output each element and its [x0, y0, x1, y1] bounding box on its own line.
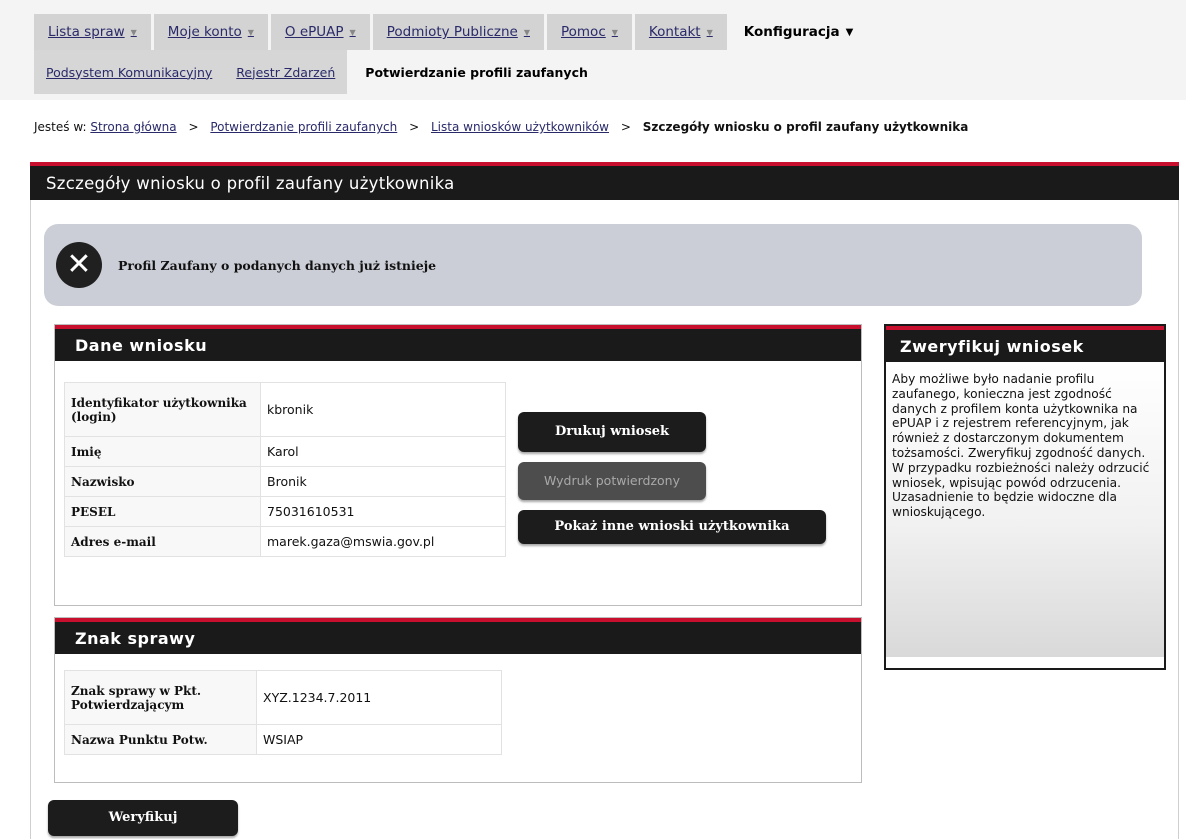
error-message: Profil Zaufany o podanych danych już ist… [118, 257, 437, 273]
caret-down-icon: ▼ [349, 27, 356, 37]
breadcrumb-current: Szczegóły wniosku o profil zaufany użytk… [642, 120, 969, 134]
field-label: Nazwa Punktu Potw. [64, 724, 257, 755]
table-row: PESEL 75031610531 [64, 496, 506, 527]
caret-down-icon: ▼ [247, 27, 254, 37]
tab-label: O ePUAP [284, 24, 344, 40]
verify-title: Zweryfikuj wniosek [886, 326, 1164, 362]
tab-podmioty-publiczne[interactable]: Podmioty Publiczne ▼ [372, 14, 544, 50]
tab-label: Konfiguracja [743, 24, 840, 40]
subtab-rejestr-zdarzen[interactable]: Rejestr Zdarzeń [224, 50, 348, 94]
tab-lista-spraw[interactable]: Lista spraw ▼ [34, 14, 151, 50]
tab-konfiguracja[interactable]: Konfiguracja ▼ [730, 14, 868, 50]
page-title: Szczegóły wniosku o profil zaufany użytk… [30, 162, 1179, 200]
confirmation-point-value: WSIAP [256, 724, 502, 755]
print-application-button[interactable]: Drukuj wniosek [518, 412, 706, 452]
tab-pomoc[interactable]: Pomoc ▼ [546, 14, 632, 50]
breadcrumb-prefix: Jesteś w: [34, 120, 87, 134]
field-label: Identyfikator użytkownika (login) [64, 382, 261, 437]
page: Lista spraw ▼ Moje konto ▼ O ePUAP ▼ Pod… [0, 0, 1186, 839]
email-value: marek.gaza@mswia.gov.pl [260, 526, 506, 557]
breadcrumb-link-home[interactable]: Strona główna [90, 120, 176, 134]
application-data-title: Dane wniosku [55, 325, 861, 361]
print-confirmed-button[interactable]: Wydruk potwierdzony [518, 462, 706, 500]
case-number-value: XYZ.1234.7.2011 [256, 670, 502, 725]
table-row: Adres e-mail marek.gaza@mswia.gov.pl [64, 526, 506, 557]
verify-instructions: Aby możliwe było nadanie profilu zaufane… [886, 362, 1164, 657]
verify-button[interactable]: Weryfikuj [48, 800, 238, 836]
tab-label: Lista spraw [48, 24, 125, 40]
tab-kontakt[interactable]: Kontakt ▼ [634, 14, 727, 50]
field-label: Znak sprawy w Pkt. Potwierdzającym [64, 670, 257, 725]
case-number-title: Znak sprawy [55, 618, 861, 654]
tab-o-epuap[interactable]: O ePUAP ▼ [270, 14, 370, 50]
field-label: PESEL [64, 496, 261, 527]
subtab-potwierdzanie-profili[interactable]: Potwierdzanie profili zaufanych [347, 50, 606, 94]
top-navigation: Lista spraw ▼ Moje konto ▼ O ePUAP ▼ Pod… [0, 0, 1186, 100]
pesel-value: 75031610531 [260, 496, 506, 527]
main-tabs: Lista spraw ▼ Moje konto ▼ O ePUAP ▼ Pod… [34, 14, 870, 50]
table-row: Nazwisko Bronik [64, 466, 506, 497]
tab-label: Pomoc [560, 24, 606, 40]
case-number-table: Znak sprawy w Pkt. Potwierdzającym XYZ.1… [64, 670, 502, 755]
error-close-icon: ✕ [56, 242, 102, 288]
table-row: Nazwa Punktu Potw. WSIAP [64, 724, 502, 755]
breadcrumb-link-confirmations[interactable]: Potwierdzanie profili zaufanych [210, 120, 397, 134]
tab-label: Kontakt [648, 24, 701, 40]
tab-label: Moje konto [167, 24, 242, 40]
tab-moje-konto[interactable]: Moje konto ▼ [153, 14, 268, 50]
login-value: kbronik [260, 382, 506, 437]
sub-tabs: Podsystem Komunikacyjny Rejestr Zdarzeń … [34, 50, 606, 94]
verify-panel: Zweryfikuj wniosek Aby możliwe było nada… [884, 324, 1166, 670]
field-label: Nazwisko [64, 466, 261, 497]
breadcrumb: Jesteś w: Strona główna > Potwierdzanie … [34, 120, 1174, 134]
field-label: Adres e-mail [64, 526, 261, 557]
caret-down-icon: ▼ [706, 27, 713, 37]
subtab-podsystem-komunikacyjny[interactable]: Podsystem Komunikacyjny [34, 50, 225, 94]
caret-down-icon: ▼ [845, 26, 854, 38]
breadcrumb-separator: > [409, 120, 420, 134]
caret-down-icon: ▼ [130, 27, 137, 37]
error-banner: ✕ Profil Zaufany o podanych danych już i… [44, 224, 1142, 306]
table-row: Identyfikator użytkownika (login) kbroni… [64, 382, 506, 437]
first-name-value: Karol [260, 436, 506, 467]
caret-down-icon: ▼ [523, 27, 530, 37]
application-data-table: Identyfikator użytkownika (login) kbroni… [64, 382, 506, 557]
table-row: Imię Karol [64, 436, 506, 467]
last-name-value: Bronik [260, 466, 506, 497]
tab-label: Podmioty Publiczne [386, 24, 518, 40]
breadcrumb-link-applications[interactable]: Lista wniosków użytkowników [431, 120, 609, 134]
breadcrumb-separator: > [188, 120, 199, 134]
table-row: Znak sprawy w Pkt. Potwierdzającym XYZ.1… [64, 670, 502, 725]
show-other-applications-button[interactable]: Pokaż inne wnioski użytkownika [518, 510, 826, 544]
caret-down-icon: ▼ [611, 27, 618, 37]
field-label: Imię [64, 436, 261, 467]
breadcrumb-separator: > [620, 120, 631, 134]
